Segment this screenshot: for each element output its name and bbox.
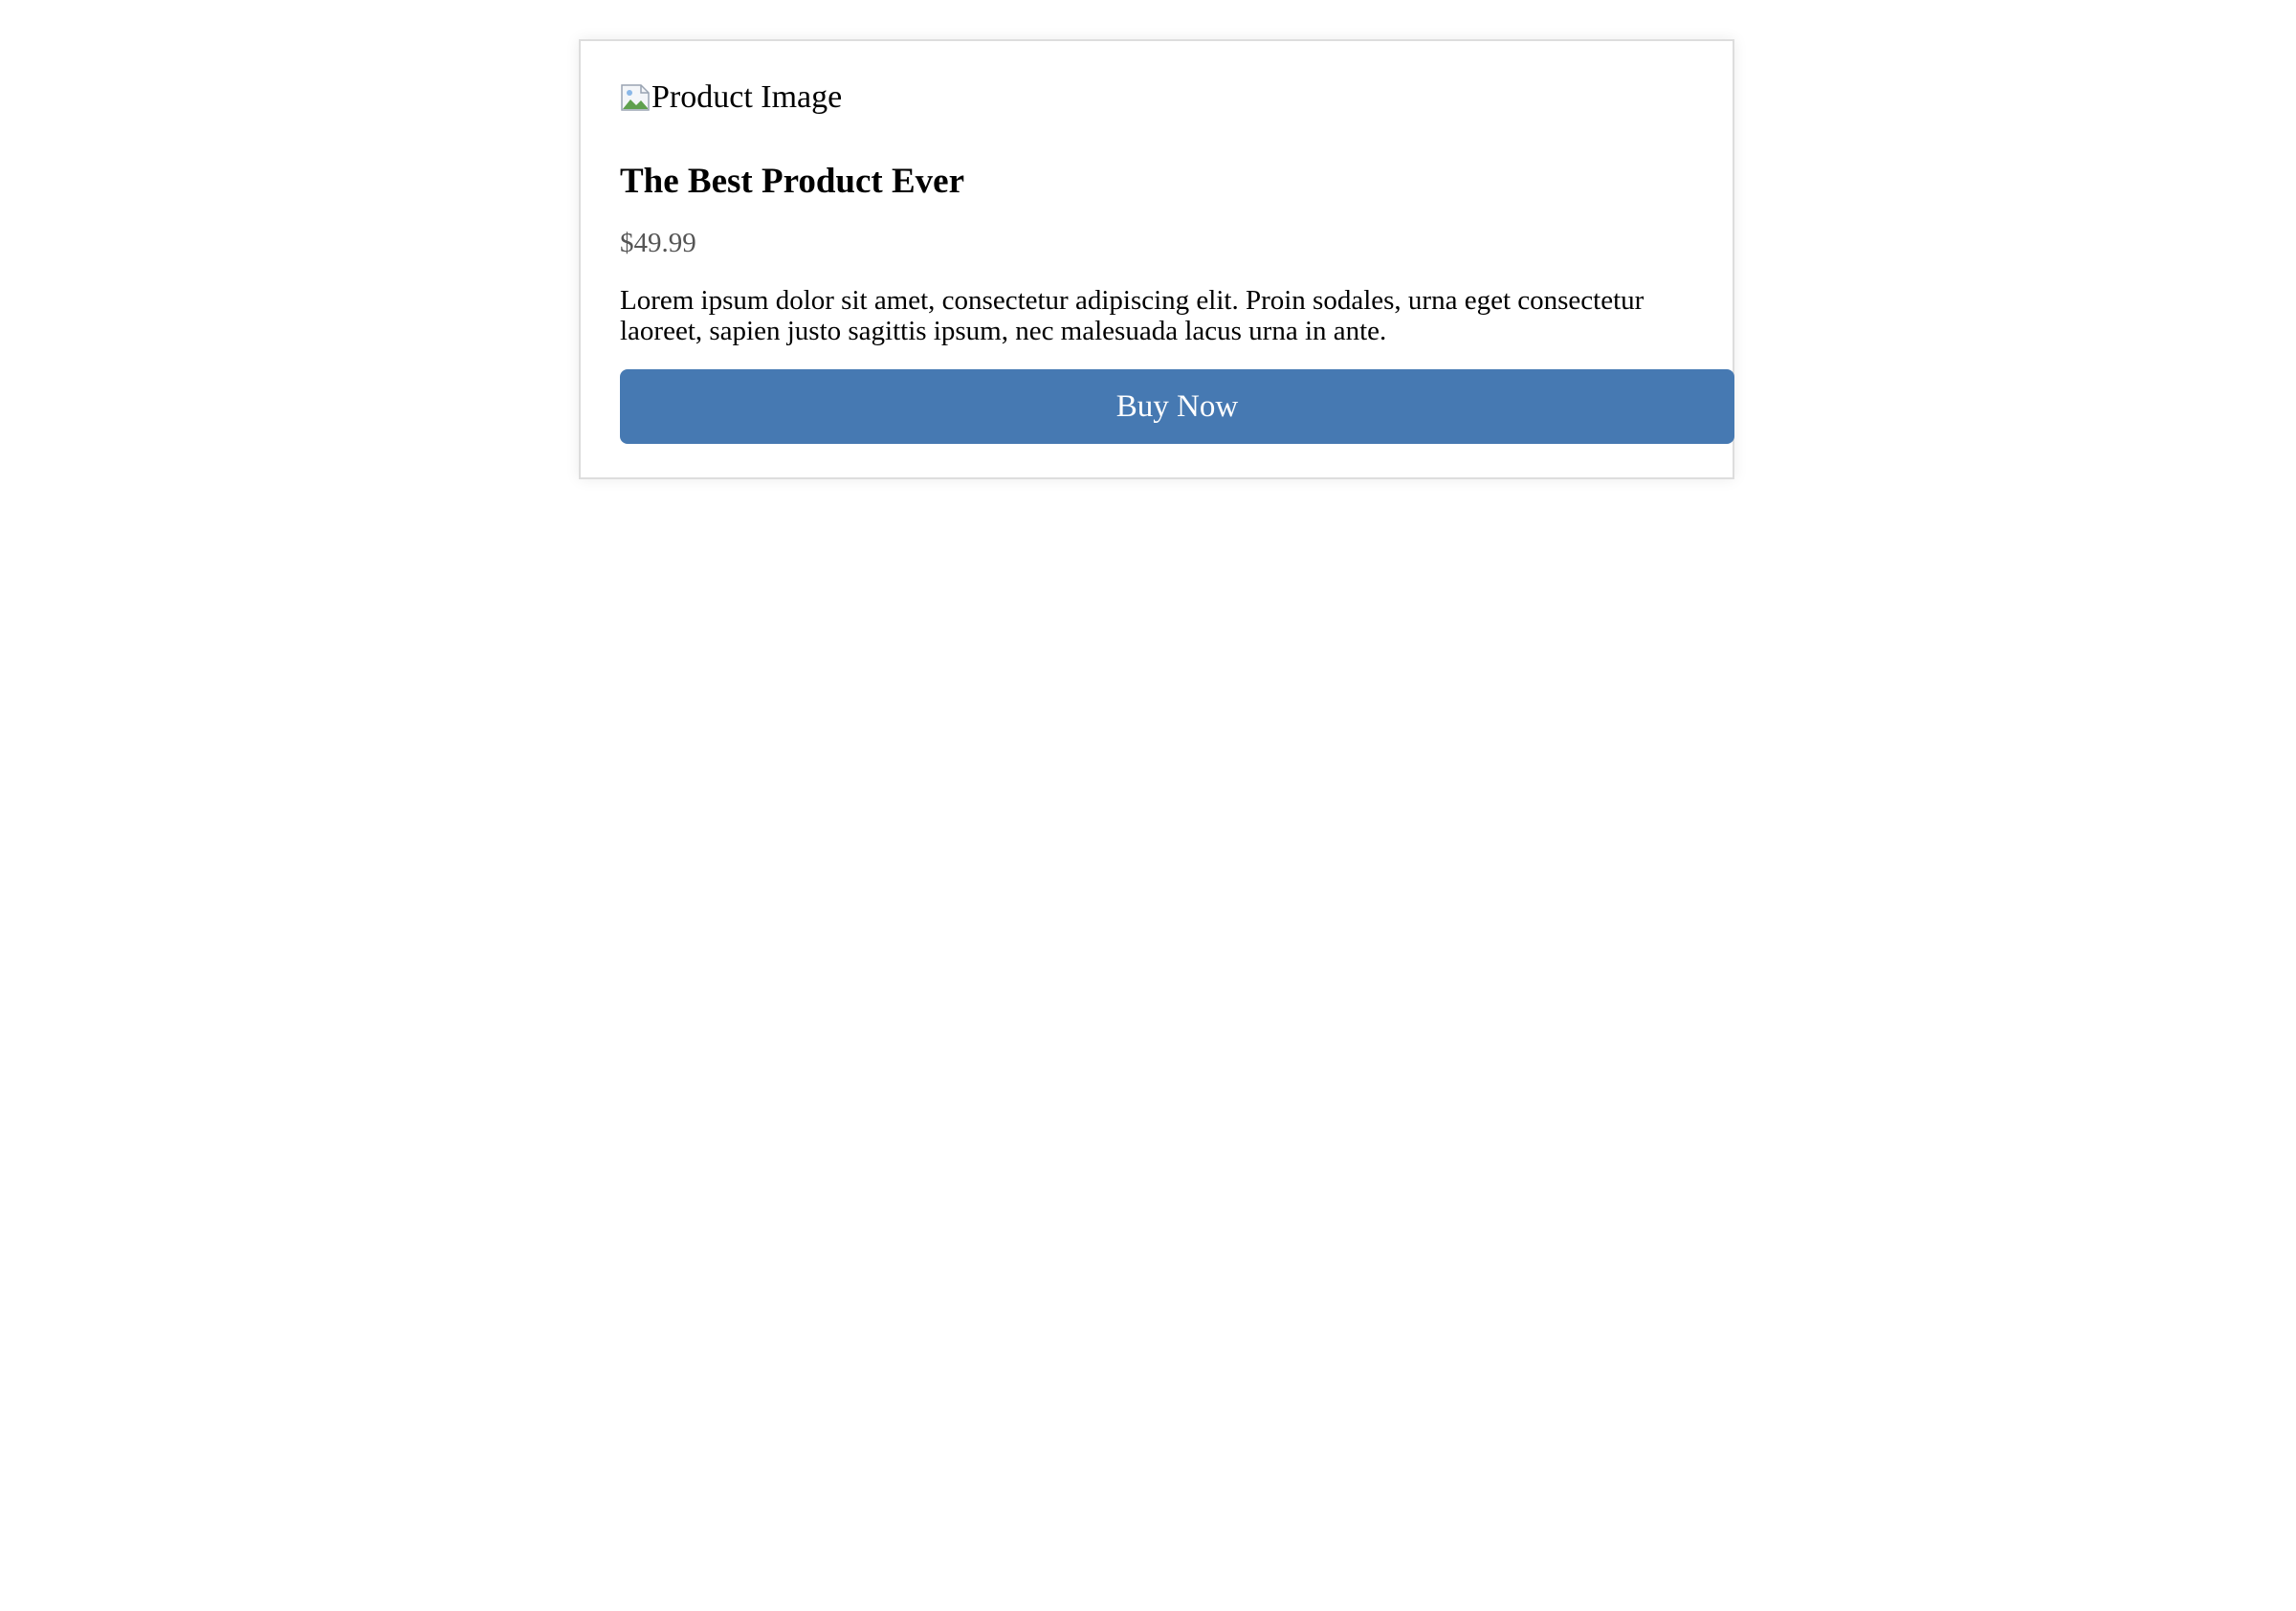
product-price: $49.99	[620, 228, 696, 258]
product-image: Product Image	[620, 79, 842, 116]
buy-now-button[interactable]: Buy Now	[620, 369, 1734, 444]
product-description: Lorem ipsum dolor sit amet, consectetur …	[620, 285, 1645, 346]
product-title: The Best Product Ever	[620, 162, 965, 201]
product-card: Product Image The Best Product Ever $49.…	[579, 39, 1734, 479]
broken-image-icon	[620, 82, 651, 113]
product-image-alt-text: Product Image	[651, 79, 843, 115]
